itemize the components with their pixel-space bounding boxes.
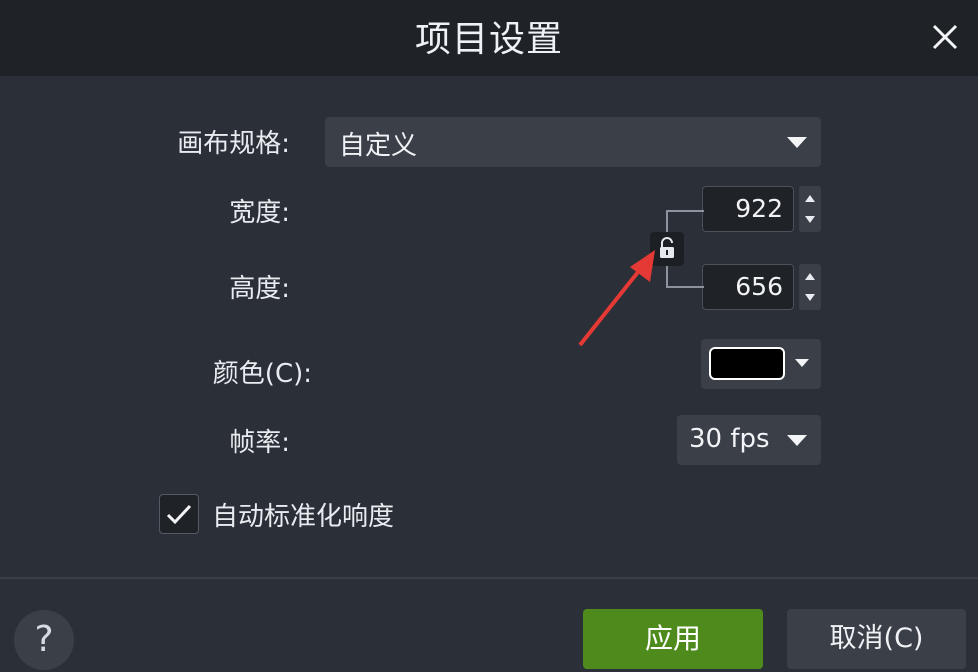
height-label: 高度:: [229, 274, 290, 304]
title-bar: 项目设置: [0, 0, 978, 76]
color-swatch: [709, 347, 785, 380]
chevron-down-icon: [795, 359, 809, 367]
project-settings-dialog: 项目设置 画布规格: 自定义 宽度: 922 高度: 656 颜色(C): 帧率…: [0, 0, 978, 672]
color-picker[interactable]: [701, 339, 821, 389]
color-label: 颜色(C):: [212, 359, 312, 389]
chevron-down-icon: [787, 435, 807, 446]
auto-normalize-checkbox[interactable]: [159, 494, 199, 534]
increment-icon: [805, 273, 815, 280]
height-spinner[interactable]: [799, 264, 821, 310]
footer-divider: [0, 577, 978, 579]
increment-icon: [805, 195, 815, 202]
dialog-title: 项目设置: [414, 19, 563, 60]
close-button[interactable]: [926, 18, 964, 56]
frame-rate-value: 30 fps: [689, 424, 770, 454]
decrement-icon: [805, 216, 815, 223]
frame-rate-label: 帧率:: [229, 428, 290, 458]
canvas-preset-label: 画布规格:: [177, 129, 290, 159]
cancel-button[interactable]: 取消(C): [787, 609, 966, 669]
width-spinner[interactable]: [799, 186, 821, 232]
help-button[interactable]: ?: [14, 610, 74, 670]
height-input[interactable]: 656: [702, 264, 794, 310]
width-input[interactable]: 922: [702, 186, 794, 232]
decrement-icon: [805, 294, 815, 301]
canvas-preset-select[interactable]: 自定义: [325, 117, 821, 167]
annotation-arrow-icon: [578, 250, 655, 347]
aspect-link-line-bottom: [666, 266, 704, 288]
chevron-down-icon: [787, 137, 807, 148]
frame-rate-select[interactable]: 30 fps: [677, 415, 821, 465]
checkmark-icon: [166, 504, 192, 525]
close-icon: [932, 24, 958, 50]
aspect-link-line-top: [666, 210, 704, 234]
width-label: 宽度:: [229, 198, 290, 228]
apply-button[interactable]: 应用: [583, 609, 763, 669]
auto-normalize-label: 自动标准化响度: [212, 502, 395, 532]
canvas-preset-value: 自定义: [339, 131, 418, 161]
